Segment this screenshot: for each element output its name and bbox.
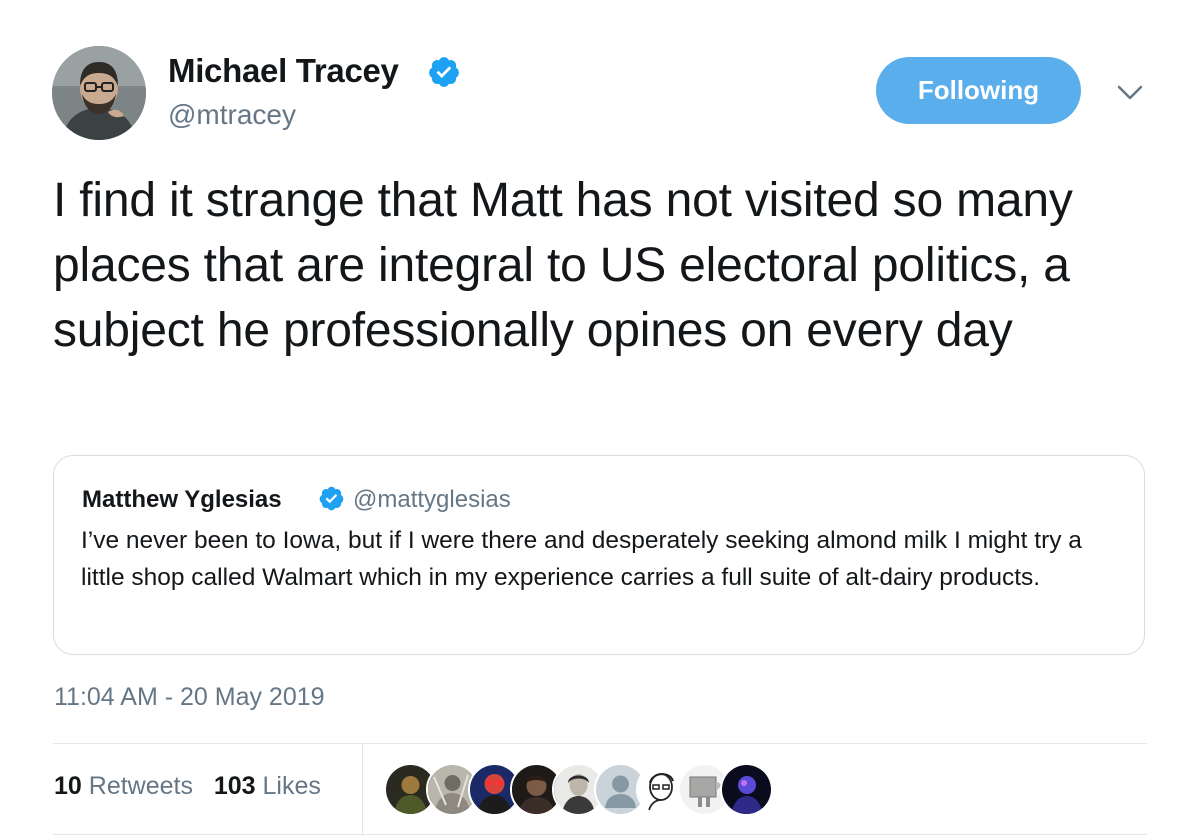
quoted-tweet-text: I’ve never been to Iowa, but if I were t… [81,527,1082,591]
profile-photo-icon [52,46,146,140]
verified-badge-icon [429,57,459,87]
quoted-author-handle: @mattyglesias [353,486,511,513]
likes-count: 103 [213,772,256,800]
tweet-stats: 10 Retweets 103 Likes [54,772,321,801]
retweets-count: 10 [54,772,82,800]
liker-avatar-9-icon[interactable] [720,763,773,816]
tweet-text: I find it strange that Matt has not visi… [53,174,1073,357]
retweets-stat[interactable]: 10 Retweets [54,772,193,800]
author-name[interactable]: Michael Tracey [168,52,399,90]
quoted-tweet-card[interactable]: Matthew Yglesias @mattyglesias I’ve neve… [53,455,1145,655]
tweet-timestamp[interactable]: 11:04 AM - 20 May 2019 [54,683,325,712]
following-button[interactable]: Following [876,57,1081,124]
author-handle[interactable]: @mtracey [168,99,296,131]
quoted-author-name: Matthew Yglesias [82,486,282,513]
author-avatar[interactable] [52,46,146,140]
likes-label: Likes [262,772,321,800]
verified-badge-icon [319,486,344,511]
liker-avatar-9-image [722,765,771,814]
likes-stat[interactable]: 103 Likes [214,772,321,800]
divider [53,834,1147,835]
retweets-label: Retweets [88,772,193,800]
chevron-down-icon[interactable] [1114,78,1146,106]
divider [53,743,1147,744]
stats-separator [362,744,363,836]
